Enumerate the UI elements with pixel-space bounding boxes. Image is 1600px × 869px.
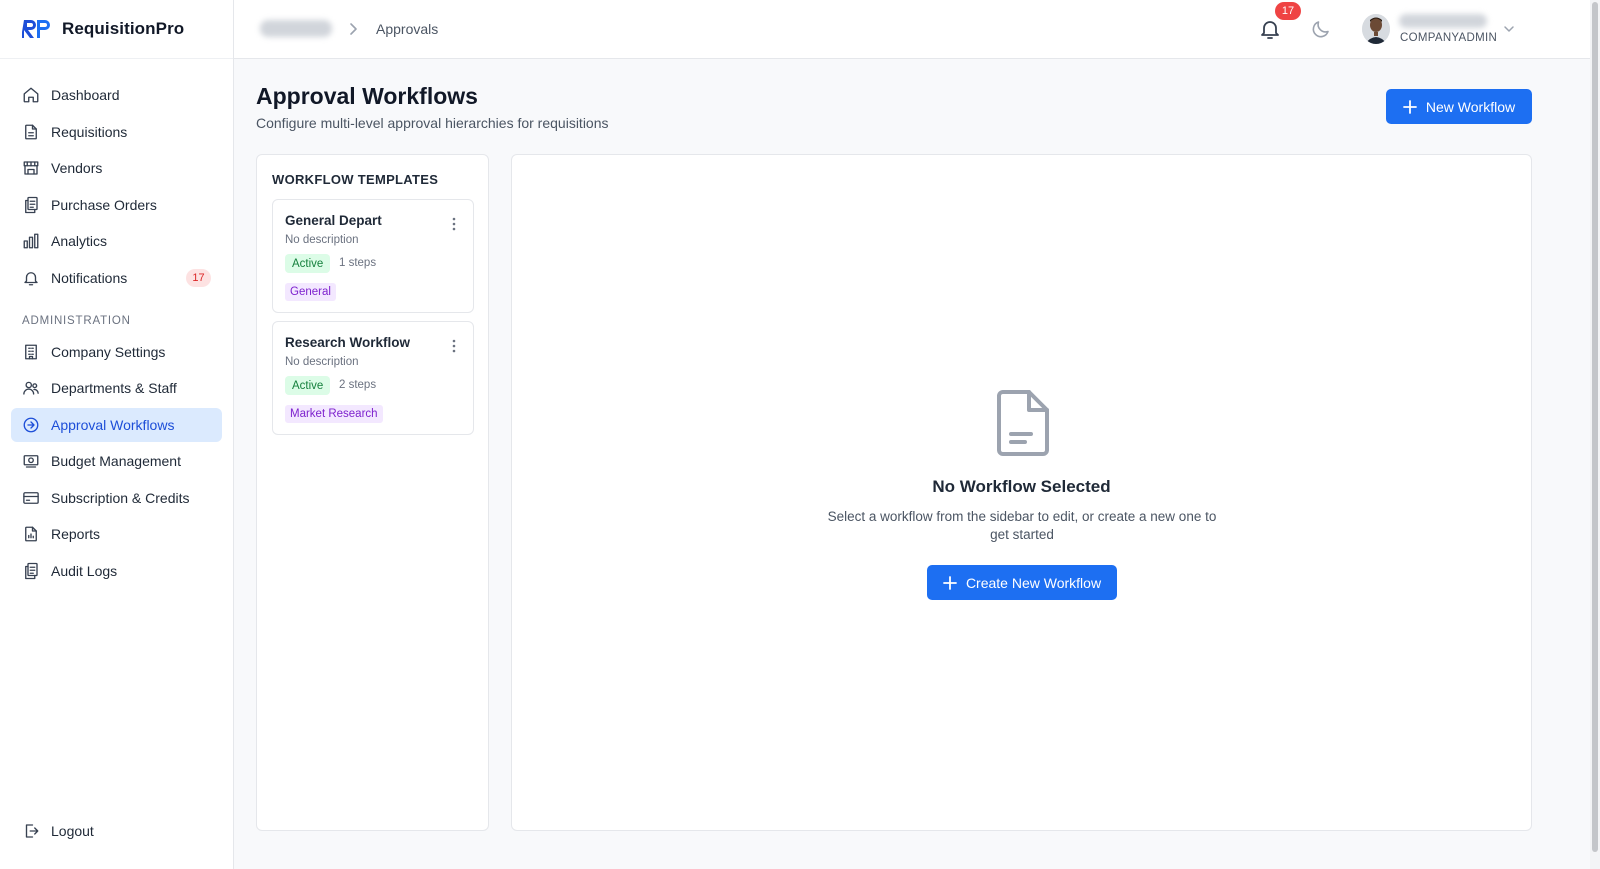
building-icon — [22, 343, 40, 361]
chevron-down-icon[interactable] — [1502, 22, 1516, 36]
sidebar-item-label: Purchase Orders — [51, 196, 157, 213]
sidebar-item-purchase-orders[interactable]: Purchase Orders — [11, 188, 222, 222]
sidebar-item-audit-logs[interactable]: Audit Logs — [11, 554, 222, 588]
credit-card-icon — [22, 489, 40, 507]
workflow-name: Research Workflow — [285, 335, 411, 350]
breadcrumb-current: Approvals — [376, 21, 439, 37]
workflow-steps: 1 steps — [339, 257, 377, 269]
app-name: RequisitionPro — [62, 19, 185, 38]
sidebar-item-departments-staff[interactable]: Departments & Staff — [11, 371, 222, 405]
logout-label: Logout — [51, 823, 94, 839]
sidebar-item-budget-management[interactable]: Budget Management — [11, 444, 222, 478]
sidebar-item-label: Requisitions — [51, 123, 128, 140]
templates-title: WORKFLOW TEMPLATES — [272, 172, 439, 187]
document-icon — [997, 390, 1049, 456]
sidebar-item-label: Budget Management — [51, 453, 181, 469]
page-subtitle: Configure multi-level approval hierarchi… — [256, 115, 609, 131]
notification-badge: 17 — [1275, 2, 1301, 20]
page-scrollbar[interactable] — [1590, 0, 1600, 869]
sidebar-item-label: Notifications — [51, 269, 128, 286]
department-tag: General — [285, 283, 336, 301]
sidebar-item-label: Analytics — [51, 233, 108, 249]
home-icon — [22, 86, 40, 104]
page-title: Approval Workflows — [256, 83, 478, 109]
logout-button[interactable]: Logout — [11, 814, 222, 848]
department-tag: Market Research — [285, 405, 383, 423]
sidebar-item-notifications[interactable]: Notifications 17 — [11, 261, 222, 295]
users-icon — [22, 379, 40, 397]
sidebar-item-label: Dashboard — [51, 87, 120, 103]
app-logo-icon — [22, 20, 50, 38]
create-new-workflow-button[interactable]: Create New Workflow — [927, 565, 1117, 600]
sidebar-item-approval-workflows[interactable]: Approval Workflows — [11, 407, 222, 442]
workflow-card[interactable]: General Depart No description Active 1 s… — [272, 199, 474, 313]
scrollbar-thumb[interactable] — [1592, 2, 1598, 852]
main-nav: Dashboard Requisitions Vendors Purchase … — [0, 59, 233, 588]
section-label-administration: ADMINISTRATION — [22, 314, 131, 327]
sidebar-item-dashboard[interactable]: Dashboard — [11, 78, 222, 112]
status-badge: Active — [285, 376, 331, 395]
report-icon — [22, 525, 40, 543]
avatar-portrait-icon — [1362, 14, 1390, 44]
workflow-templates-panel: WORKFLOW TEMPLATES General Depart No des… — [256, 154, 489, 831]
plus-icon — [1402, 99, 1417, 114]
new-workflow-button[interactable]: New Workflow — [1386, 89, 1532, 124]
clipboard-list-icon — [22, 562, 40, 580]
top-bar: Approvals 17 COMPANYADMIN — [234, 0, 1600, 59]
sidebar-item-company-settings[interactable]: Company Settings — [11, 335, 222, 369]
user-role: COMPANYADMIN — [1400, 32, 1498, 44]
sidebar-item-label: Audit Logs — [51, 562, 118, 579]
bell-icon — [22, 269, 40, 287]
notification-count-badge: 17 — [186, 268, 211, 287]
sidebar-item-subscription-credits[interactable]: Subscription & Credits — [11, 481, 222, 515]
sidebar-item-reports[interactable]: Reports — [11, 517, 222, 551]
sidebar-item-label: Reports — [51, 526, 101, 542]
empty-state-description: Select a workflow from the sidebar to ed… — [827, 509, 1217, 542]
workflow-editor-panel: No Workflow Selected Select a workflow f… — [511, 154, 1532, 831]
sidebar-item-vendors[interactable]: Vendors — [11, 151, 222, 185]
workflow-description: No description — [285, 356, 359, 368]
new-workflow-label: New Workflow — [1425, 98, 1516, 115]
sidebar-item-label: Company Settings — [51, 343, 166, 360]
status-badge: Active — [285, 254, 331, 273]
workflow-steps: 2 steps — [339, 379, 377, 391]
file-icon — [22, 123, 40, 141]
sidebar: RequisitionPro Dashboard Requisitions Ve… — [0, 0, 234, 869]
brand[interactable]: RequisitionPro — [0, 0, 233, 59]
sidebar-item-label: Vendors — [51, 160, 103, 176]
create-workflow-label: Create New Workflow — [965, 574, 1102, 591]
banknote-icon — [22, 452, 40, 470]
more-options-icon[interactable] — [447, 338, 461, 354]
plus-icon — [943, 575, 957, 590]
dark-mode-moon-icon[interactable] — [1311, 19, 1331, 39]
user-name-redacted — [1399, 14, 1487, 28]
sidebar-item-analytics[interactable]: Analytics — [11, 224, 222, 258]
sidebar-item-label: Departments & Staff — [51, 380, 177, 396]
sidebar-item-requisitions[interactable]: Requisitions — [11, 115, 222, 149]
breadcrumb-company-redacted[interactable] — [260, 20, 332, 37]
empty-state-title: No Workflow Selected — [932, 477, 1111, 496]
workflow-description: No description — [285, 234, 359, 246]
workflow-name: General Depart — [285, 213, 382, 228]
sidebar-item-label: Approval Workflows — [51, 416, 175, 433]
workflow-card[interactable]: Research Workflow No description Active … — [272, 321, 474, 435]
logout-icon — [22, 822, 40, 840]
notifications-bell-icon[interactable] — [1259, 17, 1281, 41]
clipboard-icon — [22, 196, 40, 214]
user-avatar[interactable] — [1362, 14, 1390, 44]
workflow-icon — [22, 416, 40, 434]
sidebar-item-label: Subscription & Credits — [51, 489, 190, 506]
store-icon — [22, 159, 40, 177]
bar-chart-icon — [22, 232, 40, 250]
more-options-icon[interactable] — [447, 216, 461, 232]
chevron-right-icon — [350, 23, 357, 35]
